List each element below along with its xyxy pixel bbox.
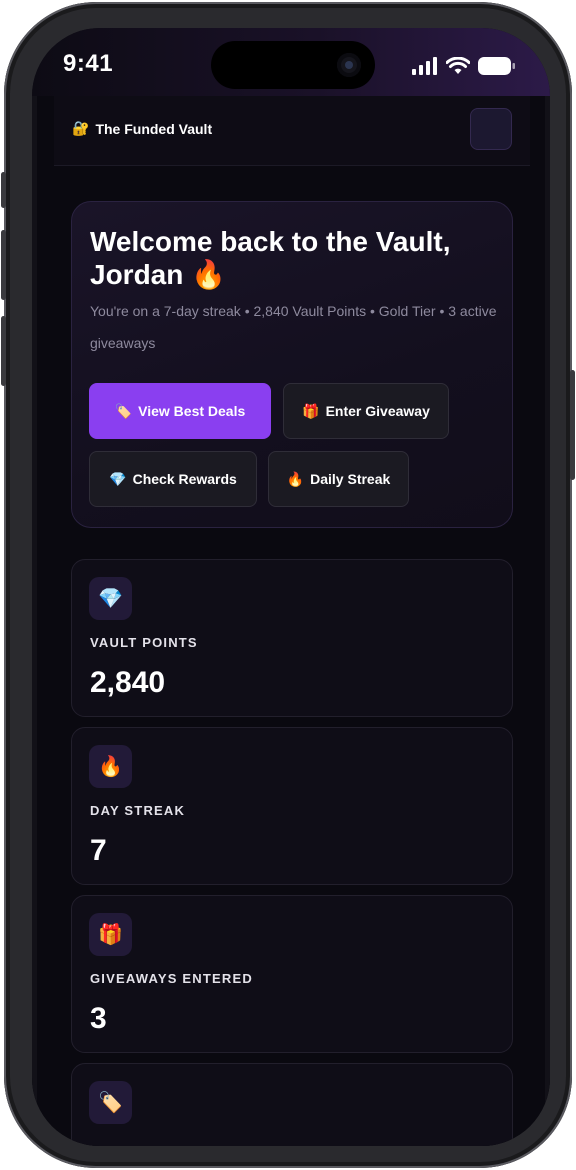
phone-frame: 9:41 🔐 The Funded Vault Welcome back to … — [1, 2, 575, 1168]
status-time: 9:41 — [63, 50, 114, 77]
status-bar: 9:41 — [32, 28, 550, 96]
welcome-title: Welcome back to the Vault, Jordan 🔥 — [90, 226, 451, 290]
tag-icon: 🏷️ — [114, 402, 133, 419]
brand[interactable]: 🔐 The Funded Vault — [72, 120, 212, 137]
stat-card-day-streak: 🔥 DAY STREAK 7 — [71, 727, 513, 885]
dynamic-island — [211, 41, 375, 89]
gem-icon: 💎 — [89, 577, 132, 620]
check-rewards-label: Check Rewards — [132, 471, 237, 487]
gem-icon: 💎 — [109, 470, 127, 487]
tag-icon: 🏷️ — [89, 1081, 132, 1124]
gem-icon: 💎 — [98, 588, 123, 610]
welcome-subtitle: You're on a 7-day streak • 2,840 Vault P… — [90, 303, 497, 351]
view-best-deals-label: View Best Deals — [138, 403, 246, 419]
stat-value: 7 — [90, 834, 107, 867]
stat-card-giveaways-entered: 🎁 GIVEAWAYS ENTERED 3 — [71, 895, 513, 1053]
brand-name: The Funded Vault — [95, 120, 213, 137]
power-button — [570, 370, 575, 480]
stat-value: 2,840 — [90, 666, 166, 699]
cellular-signal-icon — [412, 57, 437, 75]
enter-giveaway-button[interactable]: 🎁 Enter Giveaway — [283, 383, 449, 439]
fire-icon: 🔥 — [89, 745, 132, 788]
status-icons — [412, 56, 516, 76]
stat-card-deals: 🏷️ — [71, 1063, 513, 1146]
check-rewards-button[interactable]: 💎 Check Rewards — [89, 451, 257, 507]
stat-label: VAULT POINTS — [90, 635, 198, 650]
volume-down-button — [1, 316, 6, 386]
camera-icon — [337, 53, 361, 77]
stat-label: GIVEAWAYS ENTERED — [90, 971, 253, 986]
stat-label: DAY STREAK — [90, 803, 186, 818]
gift-icon: 🎁 — [89, 913, 132, 956]
daily-streak-button[interactable]: 🔥 Daily Streak — [268, 451, 409, 507]
welcome-card: Welcome back to the Vault, Jordan 🔥 You'… — [71, 201, 513, 528]
tag-icon: 🏷️ — [98, 1092, 123, 1114]
action-button — [1, 172, 6, 208]
stat-card-vault-points: 💎 VAULT POINTS 2,840 — [71, 559, 513, 717]
volume-up-button — [1, 230, 6, 300]
battery-icon — [478, 57, 515, 75]
daily-streak-label: Daily Streak — [310, 471, 391, 487]
gift-icon: 🎁 — [302, 402, 320, 419]
gift-icon: 🎁 — [98, 924, 123, 946]
wifi-icon — [446, 57, 470, 74]
app-content: 🔐 The Funded Vault Welcome back to the V… — [32, 96, 550, 1146]
lock-with-key-icon: 🔐 — [72, 120, 90, 136]
enter-giveaway-label: Enter Giveaway — [325, 403, 430, 419]
fire-icon: 🔥 — [286, 470, 305, 487]
top-bar: 🔐 The Funded Vault — [54, 96, 530, 166]
screen: 9:41 🔐 The Funded Vault Welcome back to … — [32, 28, 550, 1146]
fire-icon: 🔥 — [98, 756, 123, 778]
view-best-deals-button[interactable]: 🏷️ View Best Deals — [89, 383, 271, 439]
menu-button[interactable] — [470, 108, 512, 150]
stat-value: 3 — [90, 1002, 107, 1035]
